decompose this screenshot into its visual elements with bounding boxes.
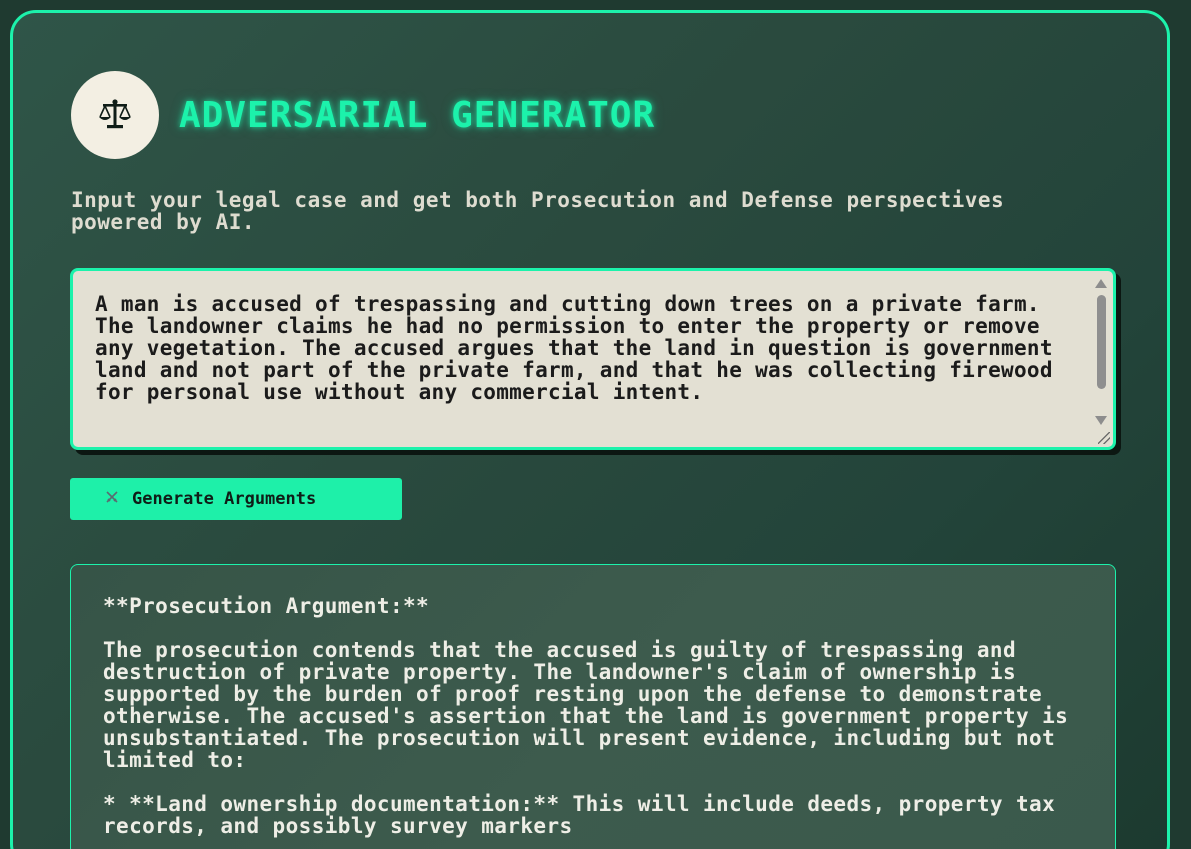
textarea-scrollbar[interactable] <box>1093 277 1109 425</box>
scroll-thumb[interactable] <box>1097 295 1106 389</box>
case-input-field[interactable]: A man is accused of trespassing and cutt… <box>70 268 1116 450</box>
case-input-text[interactable]: A man is accused of trespassing and cutt… <box>73 271 1091 447</box>
resize-handle-icon[interactable] <box>1098 432 1110 444</box>
logo <box>71 71 159 159</box>
page-subtitle: Input your legal case and get both Prose… <box>71 188 1005 234</box>
header: ADVERSARIAL GENERATOR <box>71 71 655 159</box>
app-card: ADVERSARIAL GENERATOR Input your legal c… <box>10 10 1170 849</box>
result-panel: **Prosecution Argument:** The prosecutio… <box>70 564 1116 849</box>
result-paragraph: The prosecution contends that the accuse… <box>103 638 1069 772</box>
generate-arguments-label: Generate Arguments <box>132 489 317 509</box>
result-heading: **Prosecution Argument:** <box>103 594 430 618</box>
crossed-swords-icon <box>104 490 120 508</box>
result-bullet: * **Land ownership documentation:** This… <box>103 792 1056 838</box>
scroll-up-arrow-icon[interactable] <box>1095 279 1107 288</box>
scroll-down-arrow-icon[interactable] <box>1095 416 1107 425</box>
generate-arguments-button[interactable]: Generate Arguments <box>70 478 402 520</box>
page-title: ADVERSARIAL GENERATOR <box>179 94 656 136</box>
scales-of-justice-icon <box>99 99 131 129</box>
